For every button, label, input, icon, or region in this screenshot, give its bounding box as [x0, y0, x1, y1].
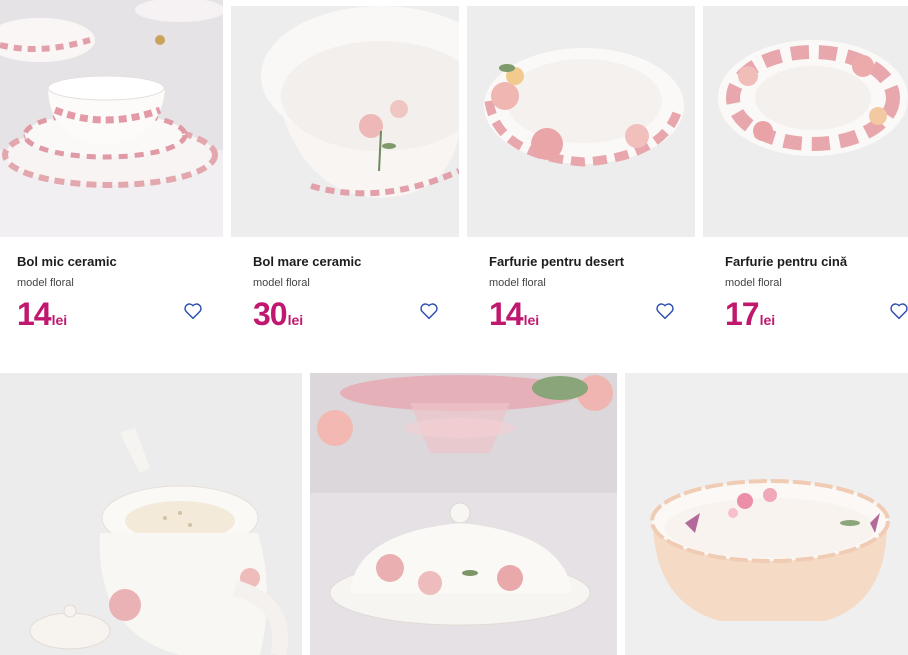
- product-price: 14lei: [17, 296, 67, 333]
- price-amount: 17: [725, 296, 760, 332]
- product-image[interactable]: [703, 6, 908, 237]
- price-amount: 30: [253, 296, 288, 332]
- favorite-heart-icon[interactable]: [183, 302, 203, 320]
- product-image[interactable]: [0, 373, 302, 655]
- price-currency: lei: [51, 312, 68, 328]
- price-currency: lei: [759, 312, 776, 328]
- product-subtitle: model floral: [17, 277, 74, 289]
- product-image[interactable]: [231, 6, 459, 237]
- product-image[interactable]: [0, 0, 223, 237]
- product-price: 14lei: [489, 296, 539, 333]
- product-title[interactable]: Bol mic ceramic: [17, 254, 117, 269]
- price-amount: 14: [17, 296, 52, 332]
- product-subtitle: model floral: [489, 277, 546, 289]
- product-price: 17lei: [725, 296, 775, 333]
- product-price: 30lei: [253, 296, 303, 333]
- product-subtitle: model floral: [253, 277, 310, 289]
- product-image[interactable]: [310, 373, 617, 655]
- favorite-heart-icon[interactable]: [655, 302, 675, 320]
- product-title[interactable]: Bol mare ceramic: [253, 254, 361, 269]
- price-currency: lei: [523, 312, 540, 328]
- price-currency: lei: [287, 312, 304, 328]
- favorite-heart-icon[interactable]: [889, 302, 908, 320]
- product-title[interactable]: Farfurie pentru desert: [489, 254, 624, 269]
- product-subtitle: model floral: [725, 277, 782, 289]
- product-image[interactable]: [467, 6, 695, 237]
- product-image[interactable]: [625, 373, 908, 655]
- price-amount: 14: [489, 296, 524, 332]
- favorite-heart-icon[interactable]: [419, 302, 439, 320]
- product-title[interactable]: Farfurie pentru cină: [725, 254, 847, 269]
